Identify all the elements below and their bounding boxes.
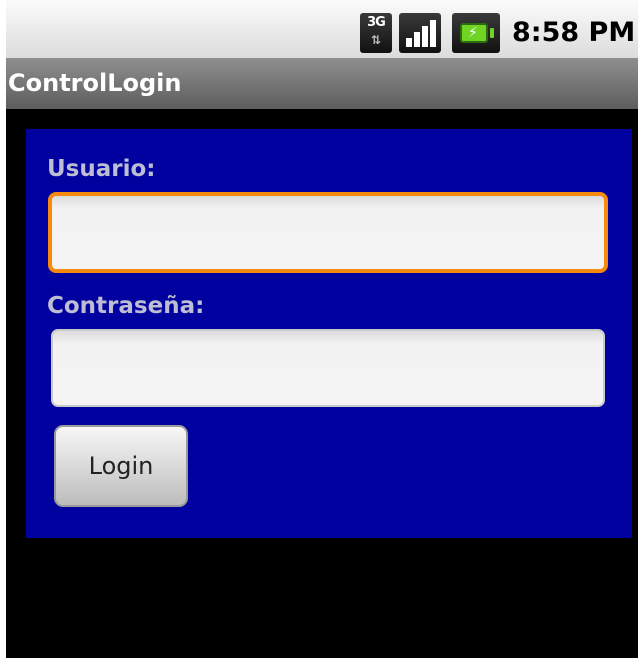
app-title-bar: ControlLogin xyxy=(6,58,638,109)
charging-bolt-icon: ⚡ xyxy=(468,25,478,41)
device-screen: 3G ⇅ ⚡ 8:58 PM ControlLogin Usuario: Con… xyxy=(6,0,638,658)
password-input[interactable] xyxy=(51,329,605,407)
app-title: ControlLogin xyxy=(8,69,182,97)
signal-bar xyxy=(430,20,436,47)
signal-bar xyxy=(414,32,420,47)
battery-tip xyxy=(490,28,494,38)
3g-icon: 3G ⇅ xyxy=(360,13,392,53)
signal-bar xyxy=(422,26,428,47)
battery-icon: ⚡ xyxy=(452,13,500,53)
status-bar: 3G ⇅ ⚡ 8:58 PM xyxy=(6,0,638,58)
network-type-label: 3G xyxy=(367,15,386,30)
signal-icon xyxy=(399,13,441,53)
data-arrows: ⇅ xyxy=(370,33,382,47)
login-button[interactable]: Login xyxy=(54,425,188,507)
status-time: 8:58 PM xyxy=(512,17,636,48)
signal-bar xyxy=(406,38,412,47)
username-label: Usuario: xyxy=(47,156,156,182)
login-form-panel: Usuario: Contraseña: Login xyxy=(26,129,632,538)
username-input[interactable] xyxy=(48,192,608,273)
password-label: Contraseña: xyxy=(47,293,205,319)
